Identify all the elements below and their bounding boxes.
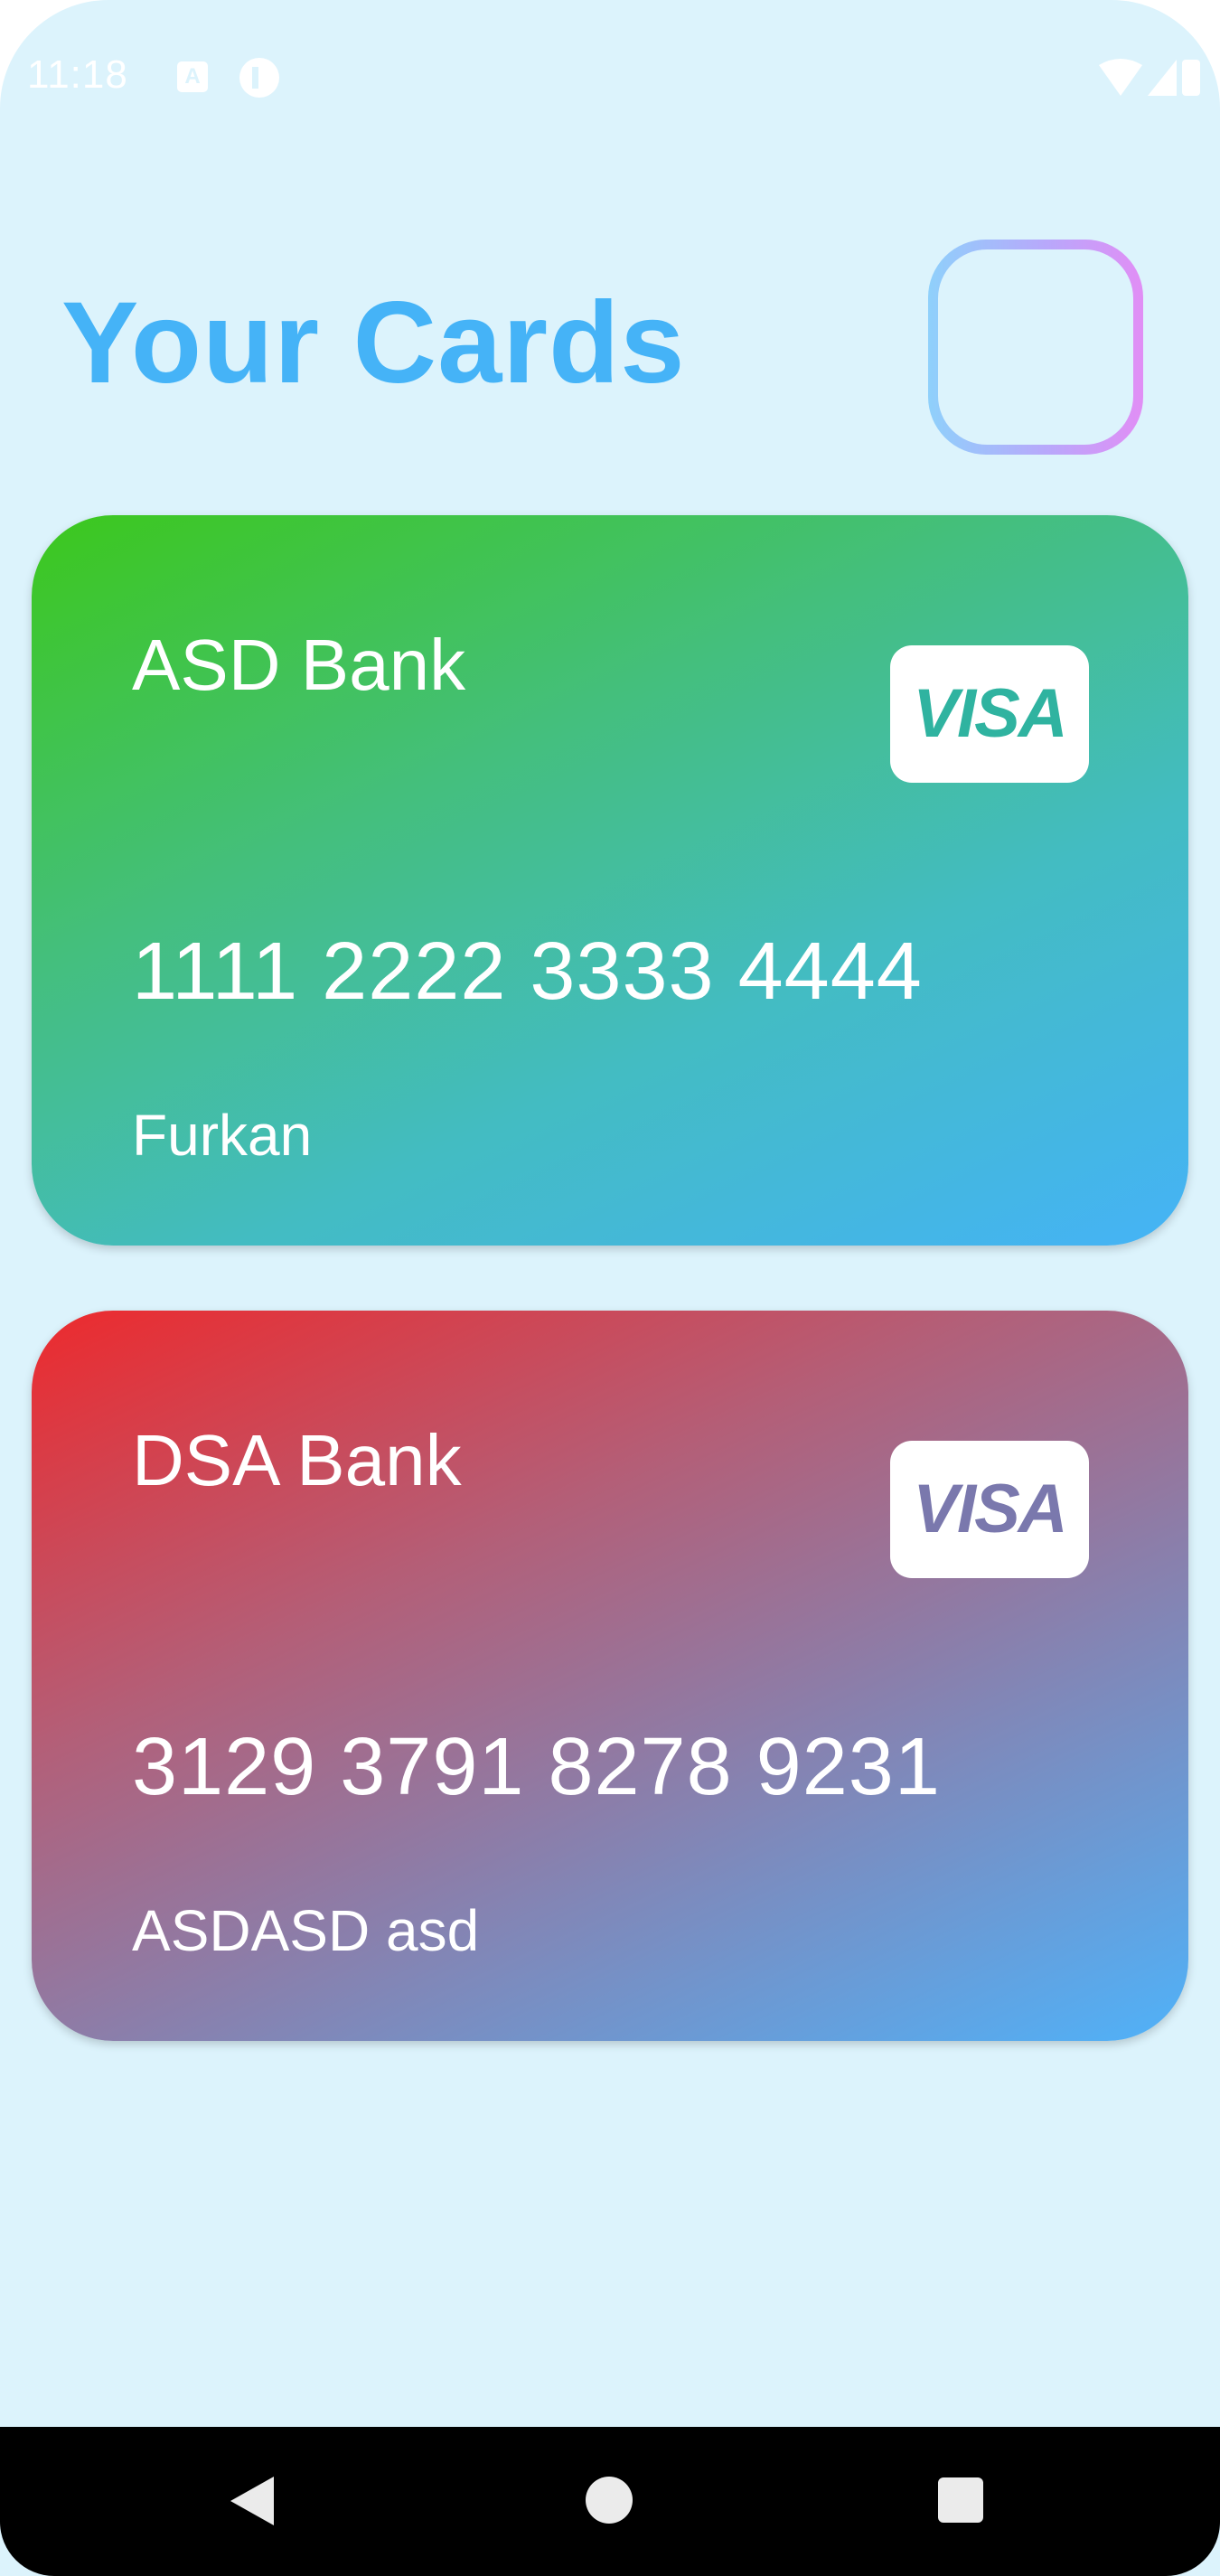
credit-card[interactable]: ASD Bank VISA 1111 2222 3333 4444 Furkan (32, 515, 1188, 1246)
wifi-icon (1099, 59, 1142, 96)
home-icon[interactable] (586, 2477, 633, 2524)
app-screen: 11:18 A Your Cards ASD Bank VISA 1111 22… (0, 0, 1220, 2576)
app-notification-icon (239, 58, 279, 98)
add-card-button[interactable] (928, 240, 1143, 455)
visa-logo-icon: VISA (890, 645, 1089, 783)
plus-icon (988, 299, 1084, 395)
status-icons (1099, 59, 1200, 96)
card-bank-name: ASD Bank (132, 625, 466, 705)
card-bank-name: DSA Bank (132, 1420, 462, 1500)
navigation-bar (0, 2427, 1220, 2576)
a-notification-icon: A (177, 61, 208, 92)
add-card-button-inner (938, 249, 1133, 445)
card-holder-name: ASDASD asd (132, 1898, 480, 1963)
page-title: Your Cards (61, 278, 686, 408)
card-number: 1111 2222 3333 4444 (132, 926, 923, 1017)
signal-icon (1148, 60, 1177, 96)
recents-icon[interactable] (938, 2477, 983, 2523)
card-network: VISA (913, 675, 1067, 752)
status-bar: 11:18 A (0, 0, 1220, 154)
status-time: 11:18 (27, 52, 128, 97)
card-holder-name: Furkan (132, 1103, 313, 1168)
visa-logo-icon: VISA (890, 1441, 1089, 1578)
credit-card[interactable]: DSA Bank VISA 3129 3791 8278 9231 ASDASD… (32, 1311, 1188, 2041)
battery-icon (1182, 60, 1200, 96)
card-number: 3129 3791 8278 9231 (132, 1722, 941, 1812)
back-icon[interactable] (230, 2477, 274, 2525)
card-network: VISA (913, 1471, 1067, 1547)
